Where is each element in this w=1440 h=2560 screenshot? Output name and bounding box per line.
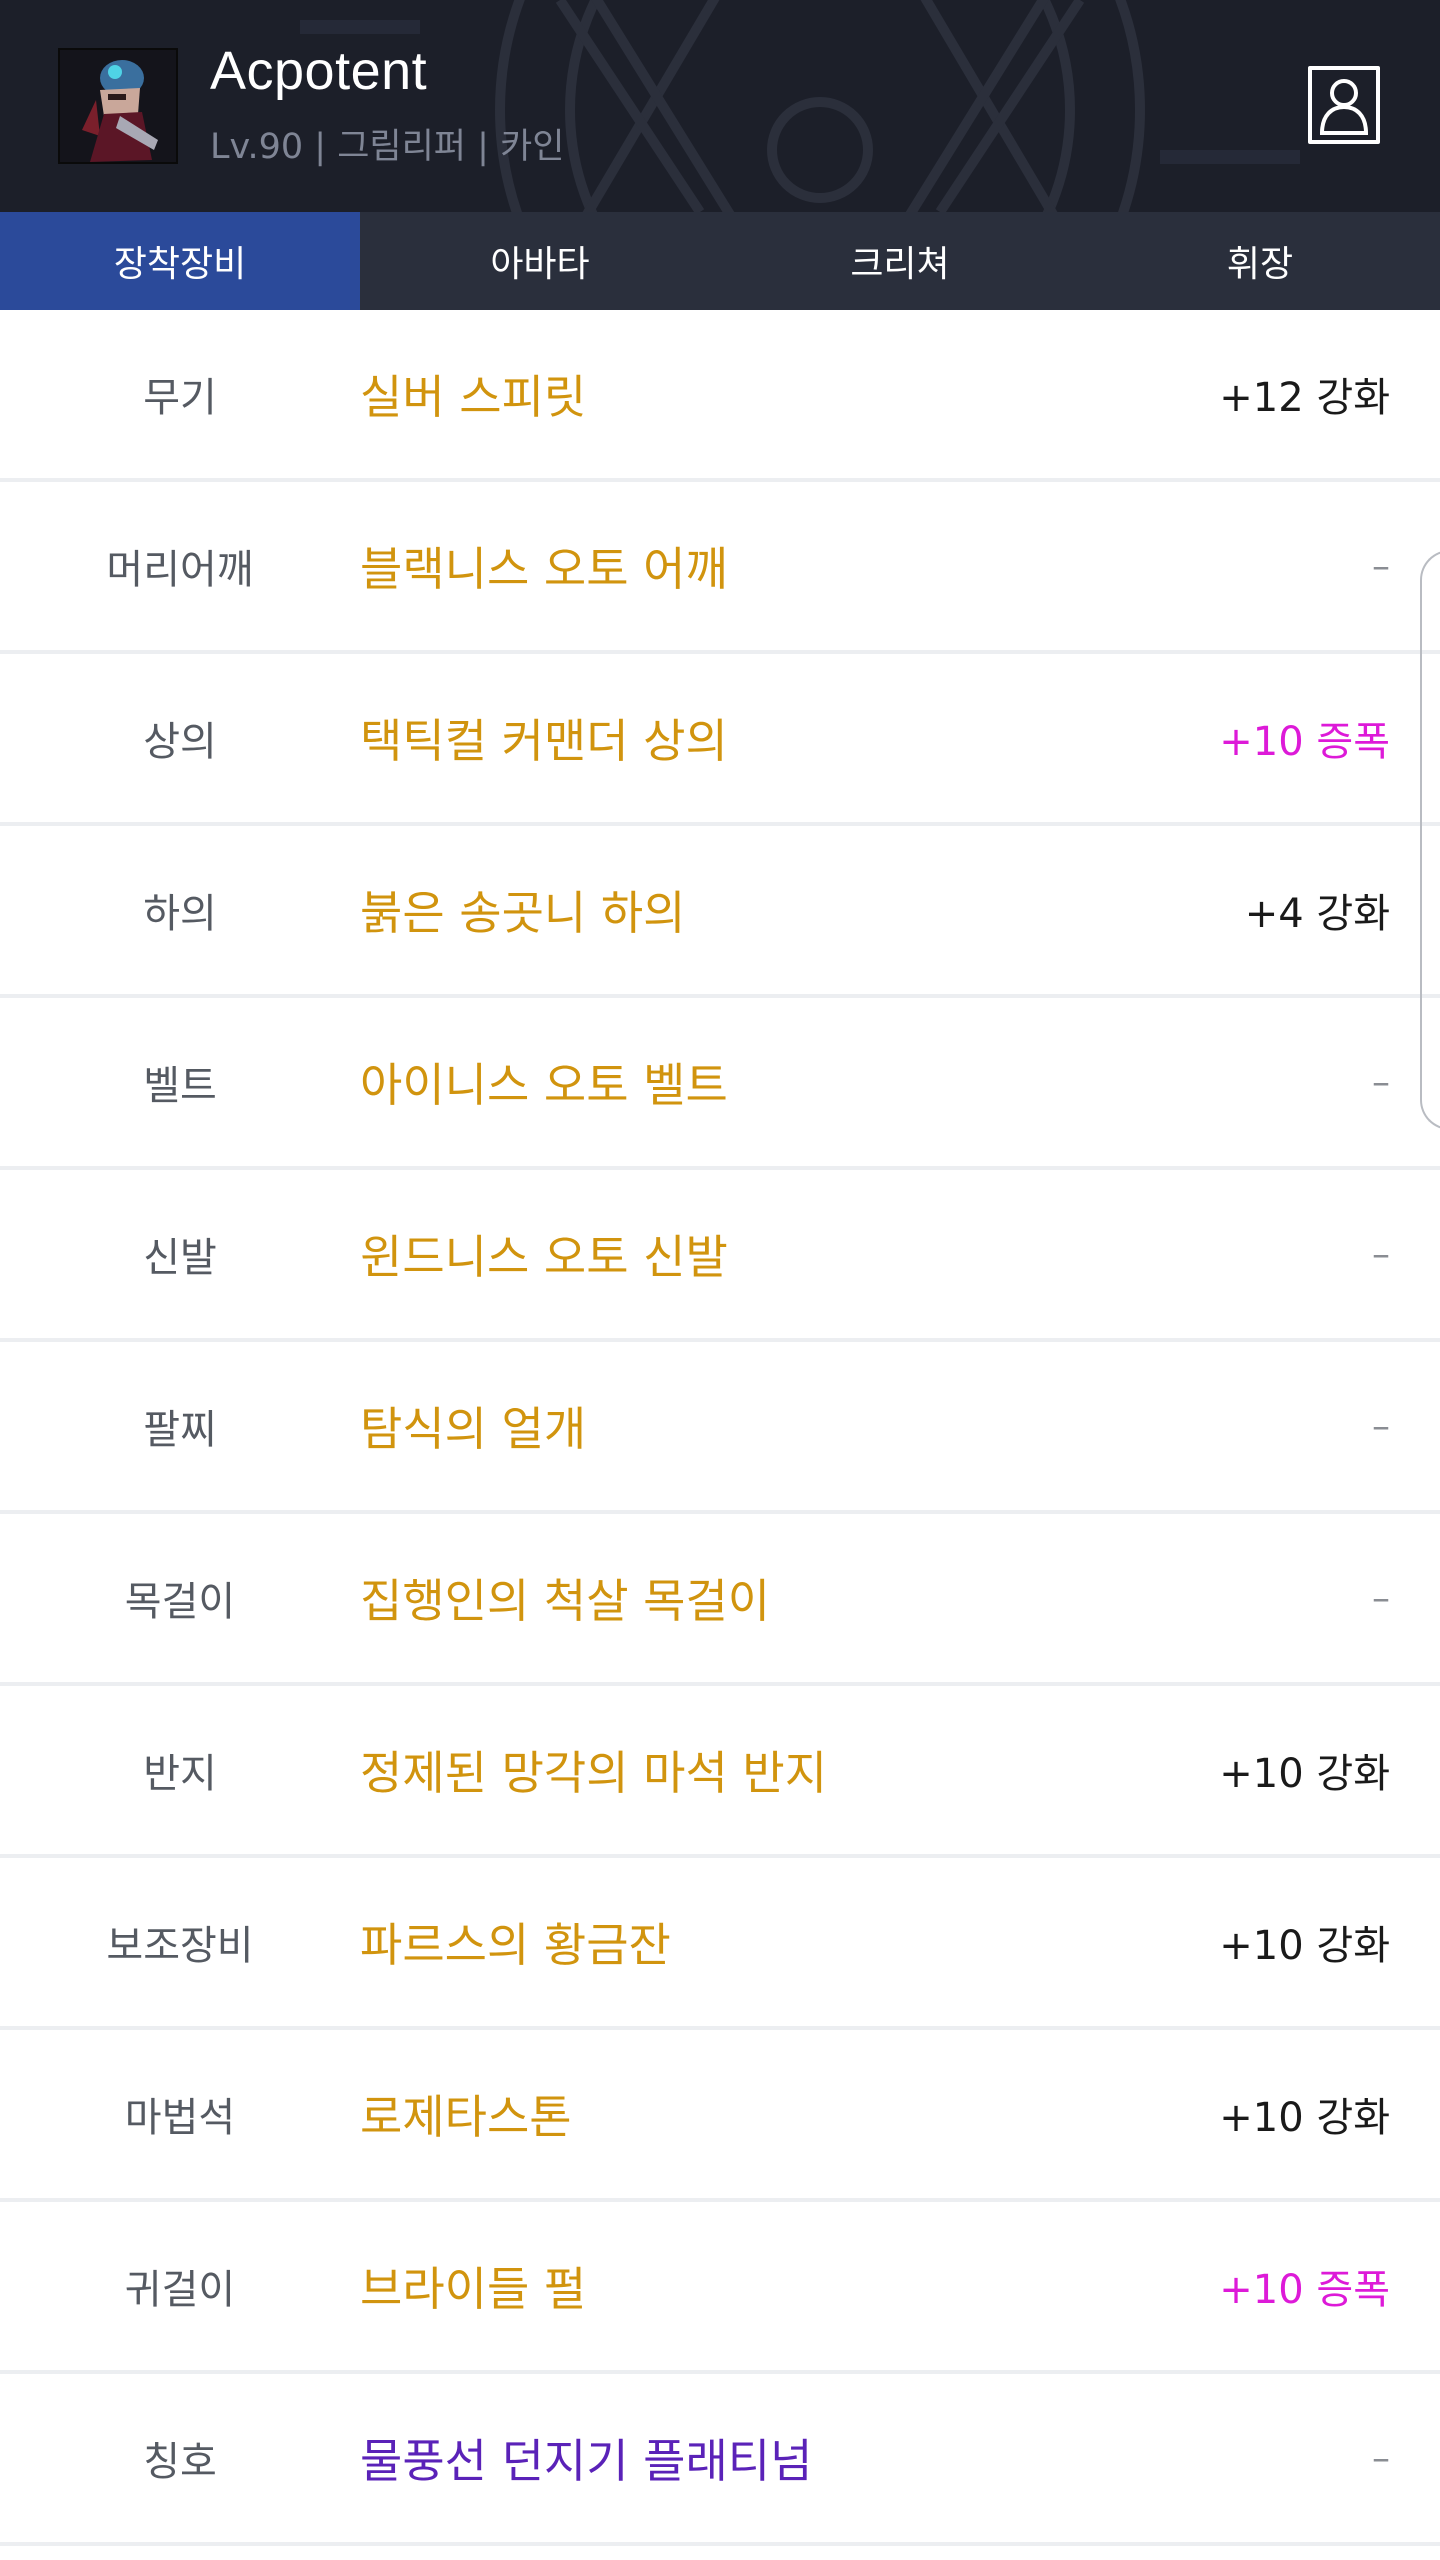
tab-equipped[interactable]: 장착장비 bbox=[0, 212, 360, 310]
item-name: 실버 스피릿 bbox=[360, 370, 587, 424]
item-name: 탐식의 얼개 bbox=[360, 1402, 587, 1456]
equipment-tab-bar: 장착장비 아바타 크리쳐 휘장 bbox=[0, 212, 1440, 310]
profile-icon bbox=[1319, 79, 1369, 135]
character-header: Acpotent Lv.90 | 그림리퍼 | 카인 bbox=[0, 0, 1440, 212]
tab-emblem[interactable]: 휘장 bbox=[1080, 212, 1440, 310]
upgrade-status: +4 강화 bbox=[1244, 891, 1390, 937]
equipment-row-shoulder[interactable]: 머리어깨 블랙니스 오토 어깨 – bbox=[0, 482, 1440, 654]
character-avatar bbox=[58, 48, 178, 164]
upgrade-status: +10 증폭 bbox=[1219, 719, 1390, 765]
equipment-row-top[interactable]: 상의 택틱컬 커맨더 상의 +10 증폭 bbox=[0, 654, 1440, 826]
upgrade-status: +10 강화 bbox=[1219, 1751, 1390, 1797]
upgrade-status: – bbox=[1372, 1577, 1390, 1619]
item-name: 윈드니스 오토 신발 bbox=[360, 1230, 728, 1284]
upgrade-status: +10 증폭 bbox=[1219, 2267, 1390, 2313]
item-name: 블랙니스 오토 어깨 bbox=[360, 542, 728, 596]
slot-label: 팔찌 bbox=[143, 1407, 217, 1453]
equipment-row-earring[interactable]: 귀걸이 브라이들 펄 +10 증폭 bbox=[0, 2202, 1440, 2374]
equipment-row-belt[interactable]: 벨트 아이니스 오토 벨트 – bbox=[0, 998, 1440, 1170]
slot-label: 반지 bbox=[143, 1751, 217, 1797]
item-name: 파르스의 황금잔 bbox=[360, 1918, 671, 1972]
upgrade-status: – bbox=[1372, 2437, 1390, 2479]
upgrade-status: – bbox=[1372, 1405, 1390, 1447]
item-name: 집행인의 척살 목걸이 bbox=[360, 1574, 771, 1628]
slot-label: 신발 bbox=[143, 1235, 217, 1281]
slot-label: 귀걸이 bbox=[124, 2267, 236, 2313]
equipment-row-support[interactable]: 보조장비 파르스의 황금잔 +10 강화 bbox=[0, 1858, 1440, 2030]
equipment-row-ring[interactable]: 반지 정제된 망각의 마석 반지 +10 강화 bbox=[0, 1686, 1440, 1858]
upgrade-status: – bbox=[1372, 1061, 1390, 1103]
slot-label: 머리어깨 bbox=[106, 547, 254, 593]
character-avatar-icon bbox=[60, 50, 176, 162]
upgrade-status: – bbox=[1372, 1233, 1390, 1275]
equipment-row-bracelet[interactable]: 팔찌 탐식의 얼개 – bbox=[0, 1342, 1440, 1514]
side-drawer-handle[interactable] bbox=[1420, 550, 1440, 1130]
slot-label: 벨트 bbox=[143, 1063, 217, 1109]
item-name: 브라이들 펄 bbox=[360, 2262, 587, 2316]
item-name: 아이니스 오토 벨트 bbox=[360, 1058, 728, 1112]
upgrade-status: +12 강화 bbox=[1219, 375, 1390, 421]
equipment-row-weapon[interactable]: 무기 실버 스피릿 +12 강화 bbox=[0, 310, 1440, 482]
slot-label: 상의 bbox=[143, 719, 217, 765]
tab-avatar[interactable]: 아바타 bbox=[360, 212, 720, 310]
equipment-row-necklace[interactable]: 목걸이 집행인의 척살 목걸이 – bbox=[0, 1514, 1440, 1686]
equipment-row-magic-stone[interactable]: 마법석 로제타스톤 +10 강화 bbox=[0, 2030, 1440, 2202]
item-name: 정제된 망각의 마석 반지 bbox=[360, 1746, 828, 1800]
slot-label: 칭호 bbox=[143, 2439, 217, 2485]
character-level-class-server: Lv.90 | 그림리퍼 | 카인 bbox=[210, 127, 565, 167]
equipment-row-title[interactable]: 칭호 물풍선 던지기 플래티넘 – bbox=[0, 2374, 1440, 2546]
item-name: 택틱컬 커맨더 상의 bbox=[360, 714, 728, 768]
character-name: Acpotent bbox=[210, 41, 428, 101]
slot-label: 하의 bbox=[143, 891, 217, 937]
upgrade-status: +10 강화 bbox=[1219, 2095, 1390, 2141]
profile-button[interactable] bbox=[1308, 66, 1380, 144]
slot-label: 보조장비 bbox=[106, 1923, 254, 1969]
upgrade-status: – bbox=[1372, 545, 1390, 587]
equipment-row-shoes[interactable]: 신발 윈드니스 오토 신발 – bbox=[0, 1170, 1440, 1342]
item-name: 물풍선 던지기 플래티넘 bbox=[360, 2434, 813, 2488]
item-name: 붉은 송곳니 하의 bbox=[360, 886, 686, 940]
header-emblem-background bbox=[0, 0, 1440, 212]
slot-label: 마법석 bbox=[124, 2095, 236, 2141]
equipment-row-bottom[interactable]: 하의 붉은 송곳니 하의 +4 강화 bbox=[0, 826, 1440, 998]
slot-label: 목걸이 bbox=[124, 1579, 236, 1625]
slot-label: 무기 bbox=[143, 375, 217, 421]
equipment-list: 무기 실버 스피릿 +12 강화 머리어깨 블랙니스 오토 어깨 – 상의 택틱… bbox=[0, 310, 1440, 2546]
item-name: 로제타스톤 bbox=[360, 2090, 572, 2144]
tab-creature[interactable]: 크리쳐 bbox=[720, 212, 1080, 310]
upgrade-status: +10 강화 bbox=[1219, 1923, 1390, 1969]
